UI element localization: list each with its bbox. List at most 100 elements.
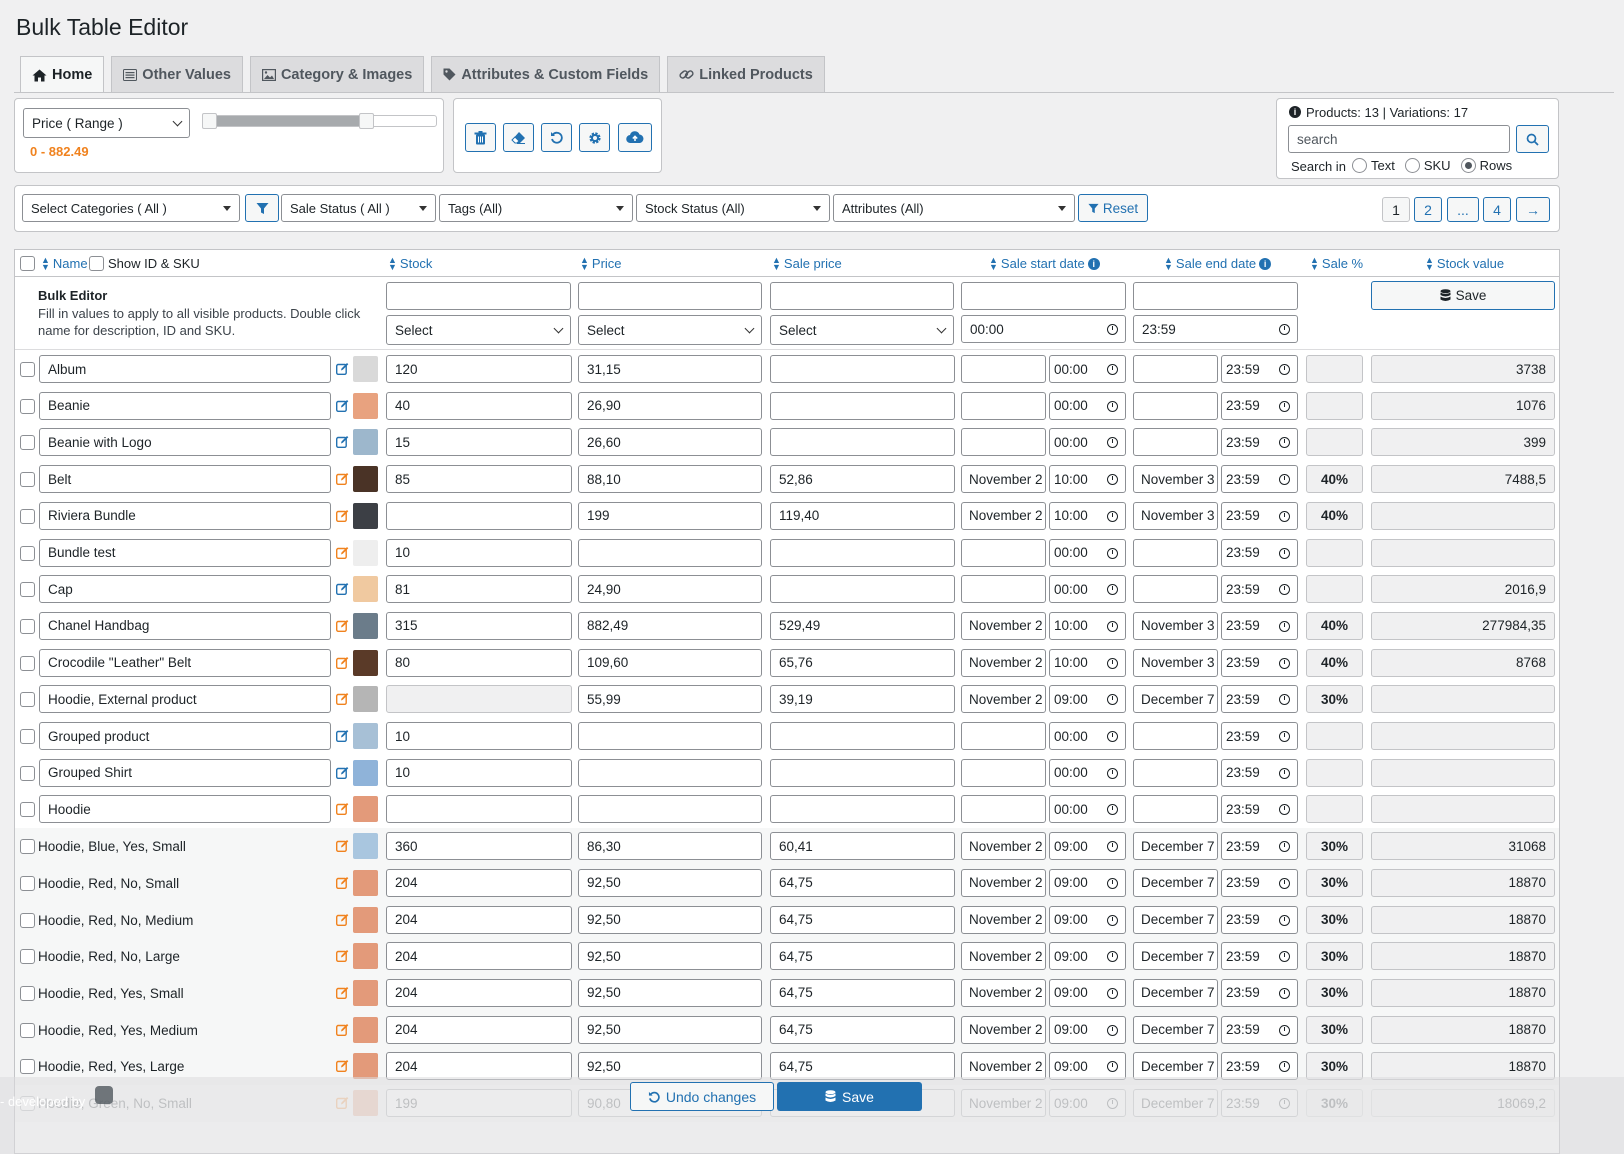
price-input[interactable]: 92,50	[578, 905, 762, 934]
sale-start-date-input[interactable]: November 2	[961, 465, 1046, 494]
row-checkbox[interactable]	[20, 875, 35, 891]
price-input[interactable]: 92,50	[578, 978, 762, 1007]
radio-button[interactable]	[1460, 158, 1476, 173]
row-checkbox[interactable]	[20, 362, 35, 377]
edit-icon[interactable]	[335, 362, 349, 376]
settings-button[interactable]	[579, 123, 610, 152]
sale-end-time-input[interactable]: 23:59	[1221, 355, 1298, 383]
sale-price-input[interactable]	[770, 795, 955, 824]
sale-end-time-input[interactable]: 23:59	[1221, 575, 1298, 604]
sale-end-time-input[interactable]: 23:59	[1221, 465, 1298, 494]
row-checkbox[interactable]	[20, 692, 35, 708]
sale-start-time-input[interactable]: 10:00	[1049, 501, 1126, 530]
row-checkbox[interactable]	[20, 398, 35, 414]
page-button[interactable]: 4	[1483, 197, 1511, 222]
product-name[interactable]: Hoodie, Blue, Yes, Small	[38, 839, 186, 854]
sale-price-input[interactable]	[770, 355, 955, 383]
sale-start-date-input[interactable]	[961, 428, 1046, 457]
product-name[interactable]: Hoodie, Red, Yes, Small	[38, 986, 184, 1001]
bulk-end-time-input[interactable]: 23:59	[1133, 315, 1298, 343]
row-checkbox[interactable]	[20, 985, 35, 1001]
undo-button[interactable]	[541, 123, 572, 152]
sale-start-time-input[interactable]: 00:00	[1049, 795, 1126, 824]
stock-input[interactable]	[386, 501, 572, 530]
edit-icon[interactable]	[335, 435, 349, 449]
sale-price-input[interactable]: 65,76	[770, 648, 955, 677]
sale-start-time-input[interactable]: 09:00	[1049, 978, 1126, 1007]
product-name[interactable]: Hoodie, Red, Yes, Large	[38, 1059, 184, 1074]
sale-start-date-input[interactable]	[961, 391, 1046, 420]
row-checkbox[interactable]	[20, 1059, 35, 1075]
column-sale-price[interactable]: ▲ ▼ Sale price	[772, 255, 842, 271]
edit-icon[interactable]	[335, 986, 349, 999]
row-checkbox[interactable]	[20, 582, 35, 598]
sale-end-time-input[interactable]: 23:59	[1221, 501, 1298, 530]
sale-end-date-input[interactable]	[1133, 758, 1218, 787]
row-checkbox[interactable]	[20, 765, 35, 781]
edit-icon[interactable]	[335, 949, 349, 963]
stock-input[interactable]: 204	[386, 868, 572, 897]
stock-input[interactable]: 81	[386, 575, 572, 604]
select-all-checkbox[interactable]	[20, 256, 35, 271]
row-checkbox[interactable]	[20, 508, 35, 524]
show-id-sku-checkbox[interactable]	[89, 256, 104, 271]
sale-end-date-input[interactable]: December 7	[1133, 685, 1218, 714]
price-input[interactable]	[578, 795, 762, 824]
bulk-stock-select[interactable]: Select	[386, 315, 571, 345]
stock-input[interactable]: 10	[386, 538, 572, 567]
categories-filter[interactable]: Select Categories ( All )	[22, 194, 240, 222]
price-input[interactable]: 882,49	[578, 611, 762, 640]
sale-status-filter[interactable]: Sale Status ( All )	[281, 194, 436, 222]
product-name-input[interactable]: Bundle test	[39, 538, 331, 567]
row-checkbox[interactable]	[20, 912, 35, 928]
product-name[interactable]: Hoodie, Red, Yes, Medium	[38, 1023, 198, 1038]
tab-category-images[interactable]: Category & Images	[249, 56, 425, 92]
stock-status-filter[interactable]: Stock Status (All)	[636, 194, 830, 222]
product-name-input[interactable]: Album	[39, 355, 331, 383]
stock-input[interactable]: 204	[386, 1015, 572, 1044]
column-name[interactable]: ▲ ▼ Name	[41, 255, 88, 271]
sale-end-date-input[interactable]	[1133, 428, 1218, 457]
edit-icon[interactable]	[335, 692, 349, 706]
price-input[interactable]	[578, 722, 762, 750]
sale-end-date-input[interactable]: November 3	[1133, 501, 1218, 530]
sale-end-date-input[interactable]: December 7	[1133, 942, 1218, 971]
sale-end-date-input[interactable]: December 7	[1133, 1015, 1218, 1044]
sale-end-date-input[interactable]: November 3	[1133, 648, 1218, 677]
product-name[interactable]: Hoodie, Red, No, Medium	[38, 913, 193, 928]
column-sale-pct[interactable]: ▲ ▼ Sale %	[1310, 255, 1363, 271]
sale-end-date-input[interactable]	[1133, 355, 1218, 383]
sale-start-date-input[interactable]: November 2	[961, 978, 1046, 1007]
sale-start-date-input[interactable]: November 2	[961, 685, 1046, 714]
radio-button[interactable]	[1404, 158, 1420, 173]
sale-end-date-input[interactable]: December 7	[1133, 905, 1218, 934]
sale-start-time-input[interactable]: 00:00	[1049, 538, 1126, 567]
bulk-sale-end-input[interactable]	[1133, 282, 1298, 310]
edit-icon[interactable]	[335, 582, 349, 596]
filter-button[interactable]	[245, 194, 279, 222]
sale-start-date-input[interactable]: November 2	[961, 1015, 1046, 1044]
bulk-sale-start-input[interactable]	[961, 282, 1126, 310]
price-input[interactable]: 55,99	[578, 685, 762, 714]
tab-home[interactable]: Home	[20, 56, 105, 93]
product-name[interactable]: Hoodie, Red, No, Large	[38, 949, 180, 964]
stock-input[interactable]: 10	[386, 722, 572, 750]
search-input[interactable]: search	[1288, 125, 1510, 153]
sale-end-time-input[interactable]: 23:59	[1221, 905, 1298, 934]
product-name-input[interactable]: Crocodile "Leather" Belt	[39, 648, 331, 677]
sale-start-date-input[interactable]: November 2	[961, 611, 1046, 640]
edit-icon[interactable]	[335, 1023, 349, 1036]
sale-start-time-input[interactable]: 00:00	[1049, 355, 1126, 383]
stock-input[interactable]	[386, 685, 572, 714]
bulk-start-time-input[interactable]: 00:00	[961, 315, 1126, 343]
sale-price-input[interactable]	[770, 428, 955, 457]
price-range-handle-min[interactable]	[202, 113, 217, 129]
stock-input[interactable]: 15	[386, 428, 572, 457]
sale-start-date-input[interactable]	[961, 575, 1046, 604]
price-input[interactable]	[578, 758, 762, 787]
sale-start-time-input[interactable]: 09:00	[1049, 1015, 1126, 1044]
edit-icon[interactable]	[335, 729, 349, 743]
stock-input[interactable]: 315	[386, 611, 572, 640]
sale-start-time-input[interactable]: 10:00	[1049, 611, 1126, 640]
price-range-slider[interactable]	[202, 113, 437, 129]
